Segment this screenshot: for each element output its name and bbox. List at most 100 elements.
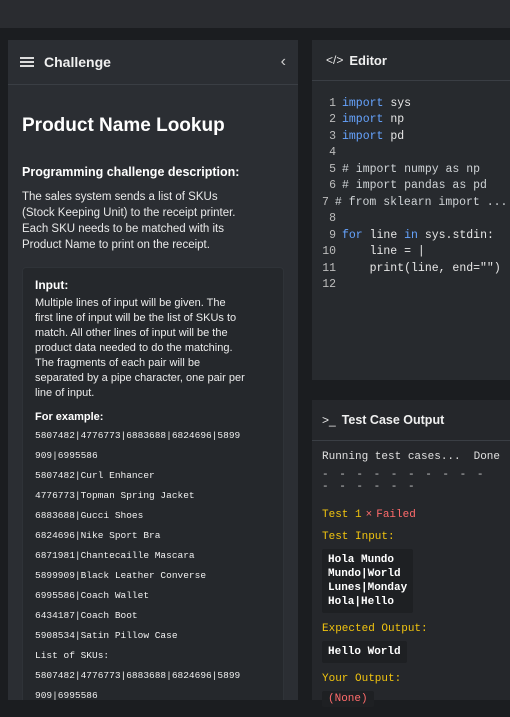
- code-token: np: [383, 113, 405, 127]
- code-token: import: [342, 129, 384, 143]
- code-token: import: [342, 113, 384, 127]
- code-line[interactable]: 8: [322, 211, 506, 228]
- running-line: Running test cases... Done: [322, 451, 500, 463]
- code-token: sys: [383, 96, 412, 110]
- code-token: line: [362, 228, 405, 242]
- code-line[interactable]: 11 print(line, end=""): [322, 260, 506, 277]
- input-title: Input:: [35, 278, 69, 292]
- collapse-pane-icon[interactable]: ‹: [281, 53, 286, 71]
- code-editor[interactable]: 1 import sys 2 import np 3 import pd 4 5 # impor…: [322, 95, 508, 294]
- test-output-body: Running test cases... Done - - - - - - -…: [312, 441, 510, 717]
- code-token: pd: [383, 129, 405, 143]
- example-line: 5899909|Black Leather Converse: [35, 570, 207, 581]
- terminal-icon: >_: [322, 413, 336, 427]
- test-output-pane: >_ Test Case Output Running test cases..…: [312, 400, 510, 707]
- code-token: for: [342, 228, 363, 242]
- input-description: Multiple lines of input will be given. T…: [35, 296, 271, 401]
- input-spec-box: Input: Multiple lines of input will be g…: [22, 267, 284, 700]
- editor-title: Editor: [349, 52, 387, 68]
- line-number: 9: [329, 228, 336, 242]
- editor-header: </> Editor: [312, 40, 510, 81]
- code-token: in: [404, 228, 418, 242]
- code-line[interactable]: 2 import np: [322, 112, 506, 129]
- code-line[interactable]: 12: [322, 277, 506, 294]
- description-line: Each SKU needs to be matched with its: [22, 223, 224, 235]
- expected-output-block: Hello World: [322, 641, 407, 663]
- your-output-title: Your Output:: [322, 673, 402, 685]
- code-line[interactable]: 1 import sys: [322, 95, 506, 112]
- example-line: 6883688|Gucci Shoes: [35, 510, 144, 521]
- line-number: 3: [329, 129, 336, 143]
- expected-output-text: Hello World: [328, 646, 401, 658]
- app-root: Challenge ‹ Product Name Lookup Programm…: [0, 0, 510, 707]
- challenge-title: Challenge: [44, 54, 111, 70]
- example-line: 909|6995586: [35, 450, 98, 461]
- test-output-title: Test Case Output: [341, 413, 445, 427]
- description-title: Programming challenge description:: [22, 165, 240, 179]
- code-token: # from sklearn import ...: [334, 195, 508, 209]
- code-icon: </>: [326, 53, 344, 67]
- test-input-title: Test Input:: [322, 531, 395, 543]
- code-token: print(line, end=""): [342, 261, 501, 275]
- line-number: 1: [329, 96, 336, 110]
- separator-dashes: - - - - - - - - - - - - - - - -: [322, 469, 486, 493]
- challenge-pane: Challenge ‹ Product Name Lookup Programm…: [8, 40, 298, 700]
- failed-x-icon: ×: [365, 509, 373, 521]
- test-output-header: >_ Test Case Output: [312, 400, 510, 441]
- example-lines: 5807482|4776773|6883688|6824696|5899 909…: [35, 429, 271, 700]
- description-line: Product Name to print on the receipt.: [22, 239, 210, 251]
- problem-title: Product Name Lookup: [22, 115, 225, 136]
- test-input-line: Hola|Hello: [328, 596, 395, 608]
- description-text: The sales system sends a list of SKUs (S…: [22, 189, 284, 253]
- example-line: List of SKUs:: [35, 650, 110, 661]
- failed-status: Failed: [376, 509, 416, 521]
- line-number: 2: [329, 113, 336, 127]
- code-line[interactable]: 4: [322, 145, 506, 162]
- line-number: 6: [329, 179, 336, 193]
- test-label: Test 1: [322, 509, 362, 521]
- test-result-row: Test 1 × Failed: [322, 509, 500, 521]
- code-token: # import numpy as np: [342, 162, 481, 176]
- description-line: (Stock Keeping Unit) to the receipt prin…: [22, 207, 236, 219]
- test-input-block: Hola Mundo Mundo|World Lunes|Monday Hola…: [322, 549, 414, 613]
- test-input-line: Mundo|World: [328, 568, 401, 580]
- code-token: # import pandas as pd: [342, 179, 487, 193]
- line-number: 7: [322, 195, 329, 209]
- line-number: 5: [329, 162, 336, 176]
- your-output-value: (None): [322, 691, 374, 707]
- input-desc-line: match. All other lines of input will be …: [35, 327, 228, 339]
- running-text: Running test cases...: [322, 451, 461, 463]
- input-desc-line: separated by a pipe character, one pair …: [35, 372, 245, 384]
- editor-pane: </> Editor 1 import sys 2 import np 3 import …: [312, 40, 510, 380]
- code-line[interactable]: 5 # import numpy as np: [322, 161, 506, 178]
- example-title: For example:: [35, 411, 104, 423]
- line-number: 8: [329, 212, 336, 226]
- code-line[interactable]: 3 import pd: [322, 128, 506, 145]
- code-token: sys.stdin:: [417, 228, 494, 242]
- test-input-line: Lunes|Monday: [328, 582, 408, 594]
- example-line: 5807482|Curl Enhancer: [35, 470, 155, 481]
- line-number: 10: [322, 245, 336, 259]
- done-text: Done: [473, 451, 500, 463]
- code-line[interactable]: 9 for line in sys.stdin:: [322, 227, 506, 244]
- code-token: line = |: [342, 245, 425, 259]
- input-desc-line: product data needed to do the matching.: [35, 342, 233, 354]
- challenge-content: Product Name Lookup Programming challeng…: [8, 115, 298, 700]
- example-line: 5908534|Satin Pillow Case: [35, 630, 178, 641]
- code-token: import: [342, 96, 384, 110]
- example-line: 6434187|Coach Boot: [35, 610, 138, 621]
- code-line[interactable]: 10 line = |: [322, 244, 506, 261]
- example-line: 909|6995586: [35, 690, 98, 700]
- input-desc-line: Multiple lines of input will be given. T…: [35, 297, 226, 309]
- top-strip: [0, 0, 510, 28]
- example-line: 4776773|Topman Spring Jacket: [35, 490, 195, 501]
- input-desc-line: The fragments of each pair will be: [35, 357, 201, 369]
- test-input-line: Hola Mundo: [328, 554, 395, 566]
- line-number: 12: [322, 278, 336, 292]
- example-line: 6871981|Chantecaille Mascara: [35, 550, 195, 561]
- example-line: 6995586|Coach Wallet: [35, 590, 150, 601]
- menu-icon[interactable]: [20, 57, 34, 67]
- code-line[interactable]: 6 # import pandas as pd: [322, 178, 506, 195]
- example-line: 5807482|4776773|6883688|6824696|5899: [35, 670, 241, 681]
- code-line[interactable]: 7 # from sklearn import ...: [322, 194, 508, 211]
